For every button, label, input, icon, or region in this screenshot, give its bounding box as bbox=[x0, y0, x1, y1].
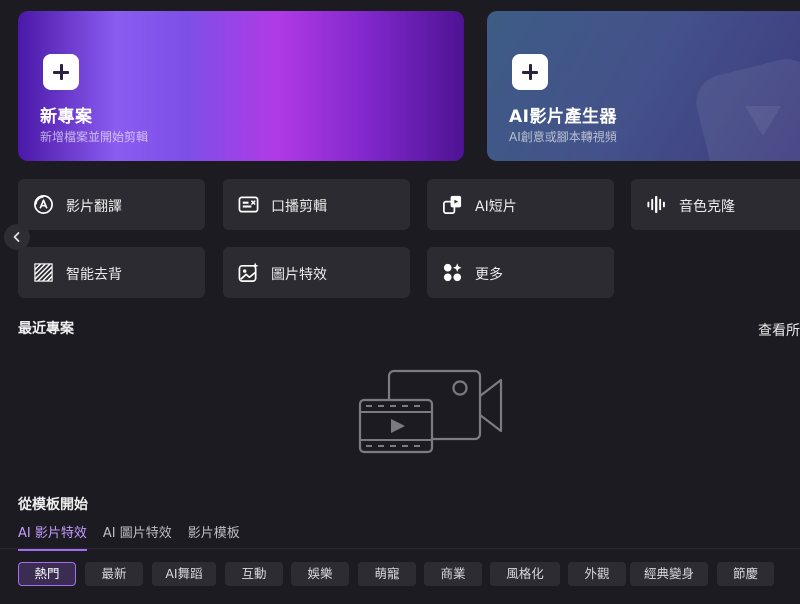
templates-title: 從模板開始 bbox=[18, 497, 88, 513]
tool-label: AI短片 bbox=[475, 199, 517, 215]
tool-remove-background[interactable]: 智能去背 bbox=[18, 247, 205, 298]
more-apps-icon bbox=[443, 263, 462, 282]
tool-voice-clone[interactable]: 音色克隆 bbox=[631, 179, 800, 230]
template-tabs: AI 影片特效 AI 圖片特效 影片模板 bbox=[18, 522, 240, 551]
tool-more[interactable]: 更多 bbox=[427, 247, 614, 298]
tool-video-translate[interactable]: 影片翻譯 bbox=[18, 179, 205, 230]
chevron-left-icon bbox=[13, 232, 20, 242]
new-project-card[interactable]: 新專案 新增檔案並開始剪輯 bbox=[18, 11, 464, 161]
ai-video-title: AI影片產生器 bbox=[509, 107, 617, 127]
plus-icon bbox=[43, 54, 79, 90]
tab-video-templates[interactable]: 影片模板 bbox=[188, 522, 240, 551]
remove-bg-icon bbox=[34, 263, 53, 282]
chip-stylized[interactable]: 風格化 bbox=[490, 562, 560, 586]
tool-label: 影片翻譯 bbox=[66, 199, 122, 215]
tool-label: 音色克隆 bbox=[679, 199, 735, 215]
chip-entertainment[interactable]: 娛樂 bbox=[291, 562, 349, 586]
ai-video-subtitle: AI創意或腳本轉視頻 bbox=[509, 130, 617, 144]
chip-latest[interactable]: 最新 bbox=[85, 562, 143, 586]
empty-video-icon bbox=[358, 369, 503, 454]
tool-speech-edit[interactable]: 口播剪輯 bbox=[223, 179, 410, 230]
play-triangle-icon bbox=[745, 106, 781, 136]
translate-icon bbox=[34, 195, 53, 214]
chip-appearance[interactable]: 外觀 bbox=[568, 562, 626, 586]
tool-label: 更多 bbox=[475, 267, 503, 283]
see-all-link[interactable]: 查看所 bbox=[758, 320, 800, 340]
tool-label: 口播剪輯 bbox=[271, 199, 327, 215]
chip-classic-transform[interactable]: 經典變身 bbox=[630, 562, 708, 586]
tool-label: 圖片特效 bbox=[271, 267, 327, 283]
new-project-subtitle: 新增檔案並開始剪輯 bbox=[40, 130, 149, 144]
tool-label: 智能去背 bbox=[66, 267, 122, 283]
tab-ai-image-effects[interactable]: AI 圖片特效 bbox=[103, 522, 172, 551]
plus-icon bbox=[512, 54, 548, 90]
tab-ai-video-effects[interactable]: AI 影片特效 bbox=[18, 522, 87, 551]
tool-ai-short[interactable]: AI短片 bbox=[427, 179, 614, 230]
chip-interactive[interactable]: 互動 bbox=[225, 562, 283, 586]
new-project-title: 新專案 bbox=[40, 107, 93, 127]
ai-video-generator-card[interactable]: AI影片產生器 AI創意或腳本轉視頻 bbox=[487, 11, 800, 161]
ai-short-icon bbox=[443, 195, 462, 214]
tool-image-effect[interactable]: 圖片特效 bbox=[223, 247, 410, 298]
chip-festival[interactable]: 節慶 bbox=[717, 562, 774, 586]
recent-projects-title: 最近專案 bbox=[18, 321, 74, 337]
chip-hot[interactable]: 熱門 bbox=[18, 562, 76, 586]
speech-edit-icon bbox=[238, 196, 259, 213]
voice-clone-icon bbox=[647, 195, 665, 214]
chip-ai-dance[interactable]: AI舞蹈 bbox=[152, 562, 216, 586]
chip-business[interactable]: 商業 bbox=[424, 562, 482, 586]
image-effect-icon bbox=[238, 262, 259, 282]
chip-pets[interactable]: 萌寵 bbox=[358, 562, 416, 586]
